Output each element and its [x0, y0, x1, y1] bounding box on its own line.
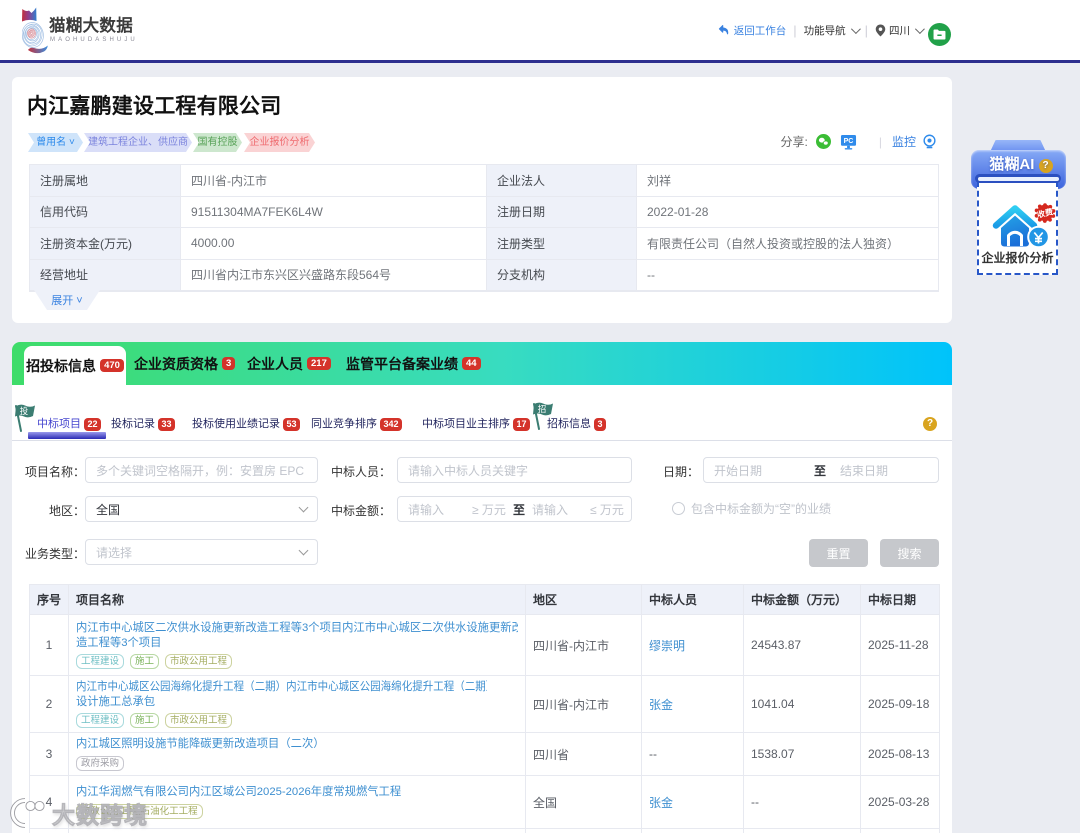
svg-text:PC: PC: [843, 138, 853, 145]
svg-text:招: 招: [538, 404, 547, 414]
svg-text:投: 投: [20, 406, 29, 416]
